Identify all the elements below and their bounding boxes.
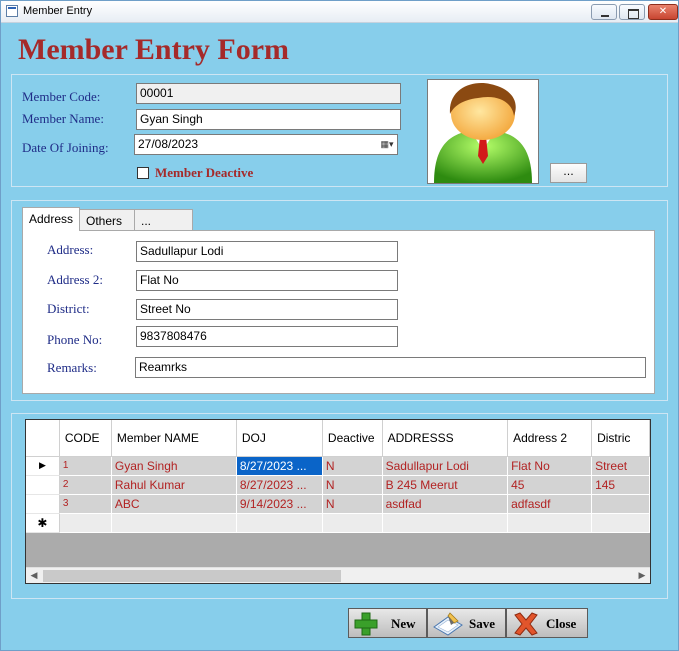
column-header[interactable]: Address 2 (507, 420, 593, 457)
scroll-thumb[interactable] (43, 570, 341, 582)
member-photo (427, 79, 539, 184)
scroll-right-icon[interactable]: ▶ (634, 568, 650, 584)
member-code-label: Member Code: (22, 89, 101, 104)
save-button[interactable]: Save (427, 608, 506, 638)
date-of-joining-label: Date Of Joining: (22, 140, 109, 155)
grid-cell[interactable] (591, 513, 650, 533)
grid-cell[interactable]: Gyan Singh (111, 456, 237, 476)
column-header[interactable]: Distric (591, 420, 650, 457)
minimize-button[interactable] (591, 4, 617, 20)
grid-cell[interactable]: 8/27/2023 ... (236, 475, 323, 495)
address-label: Address: (47, 242, 94, 257)
column-header[interactable]: CODE (59, 420, 112, 457)
column-header[interactable]: Deactive (322, 420, 383, 457)
grid-cell[interactable]: Sadullapur Lodi (382, 456, 509, 476)
grid-cell[interactable]: N (322, 456, 383, 476)
address2-label: Address 2: (47, 272, 103, 287)
user-avatar-icon (434, 83, 532, 183)
grid-cell[interactable]: 9/14/2023 ... (236, 494, 323, 514)
grid-cell[interactable]: 45 (507, 475, 593, 495)
member-code-field[interactable]: 00001 (136, 83, 401, 104)
tab-address[interactable]: Address (22, 207, 80, 231)
column-header[interactable]: Member NAME (111, 420, 237, 457)
phone-label: Phone No: (47, 332, 103, 347)
district-label: District: (47, 301, 90, 316)
new-button-label: New (391, 616, 416, 631)
grid-cell[interactable] (236, 513, 323, 533)
member-deactive-checkbox[interactable] (137, 167, 149, 179)
maximize-button[interactable] (619, 4, 645, 20)
members-grid[interactable]: CODE Member NAME DOJ Deactive ADDRESSS A… (25, 419, 651, 584)
grid-cell[interactable]: 1 (59, 456, 112, 476)
grid-horizontal-scrollbar[interactable]: ◀ ▶ (26, 567, 650, 583)
browse-photo-button[interactable]: ... (550, 163, 587, 183)
current-row-indicator-icon[interactable]: ▶ (26, 456, 60, 476)
save-document-icon (433, 612, 463, 636)
save-button-label: Save (469, 616, 495, 631)
new-row-icon[interactable]: ✱ (26, 513, 60, 533)
table-row[interactable]: 2 Rahul Kumar 8/27/2023 ... N B 245 Meer… (26, 475, 650, 495)
grid-cell[interactable]: ABC (111, 494, 237, 514)
new-button[interactable]: New (348, 608, 427, 638)
member-name-label: Member Name: (22, 111, 104, 126)
grid-cell[interactable] (59, 513, 112, 533)
phone-field[interactable]: 9837808476 (136, 326, 398, 347)
scroll-left-icon[interactable]: ◀ (26, 568, 42, 584)
column-header[interactable]: ADDRESSS (382, 420, 509, 457)
date-of-joining-picker[interactable]: 27/08/2023 ▦▾ (134, 134, 398, 155)
district-field[interactable]: Street No (136, 299, 398, 320)
grid-cell[interactable]: B 245 Meerut (382, 475, 509, 495)
grid-cell[interactable]: N (322, 475, 383, 495)
row-header[interactable] (26, 494, 60, 514)
title-bar[interactable]: Member Entry ✕ (1, 1, 678, 23)
grid-cell[interactable]: N (322, 494, 383, 514)
date-of-joining-value: 27/08/2023 (138, 137, 199, 151)
address2-field[interactable]: Flat No (136, 270, 398, 291)
plus-icon (354, 612, 378, 636)
window-title: Member Entry (23, 5, 93, 17)
tab-more[interactable]: ... (134, 209, 193, 231)
grid-cell[interactable]: Street (591, 456, 650, 476)
grid-header-row: CODE Member NAME DOJ Deactive ADDRESSS A… (26, 420, 650, 457)
table-row[interactable]: 3 ABC 9/14/2023 ... N asdfad adfasdf (26, 494, 650, 514)
grid-cell[interactable]: asdfad (382, 494, 509, 514)
form-title: Member Entry Form (18, 33, 290, 66)
new-row[interactable]: ✱ (26, 513, 650, 533)
close-button-label: Close (546, 616, 577, 631)
grid-cell[interactable] (322, 513, 383, 533)
calendar-dropdown-icon[interactable]: ▦▾ (379, 137, 395, 151)
grid-cell-selected[interactable]: 8/27/2023 ... (236, 456, 323, 476)
grid-cell[interactable]: adfasdf (507, 494, 593, 514)
close-button[interactable]: Close (506, 608, 588, 638)
row-header[interactable] (26, 475, 60, 495)
grid-cell[interactable]: 145 (591, 475, 650, 495)
table-row[interactable]: ▶ 1 Gyan Singh 8/27/2023 ... N Sadullapu… (26, 456, 650, 476)
address-field[interactable]: Sadullapur Lodi (136, 241, 398, 262)
grid-cell[interactable] (507, 513, 593, 533)
member-deactive-label[interactable]: Member Deactive (155, 165, 253, 181)
remarks-label: Remarks: (47, 360, 97, 375)
close-x-icon (514, 612, 538, 636)
grid-cell[interactable]: 3 (59, 494, 112, 514)
remarks-field[interactable]: Reamrks (135, 357, 646, 378)
app-icon (6, 5, 18, 17)
grid-cell[interactable] (382, 513, 509, 533)
grid-cell[interactable] (111, 513, 237, 533)
members-table: CODE Member NAME DOJ Deactive ADDRESSS A… (26, 420, 650, 533)
grid-cell[interactable]: Flat No (507, 456, 593, 476)
grid-corner-cell[interactable] (26, 420, 60, 457)
tab-others[interactable]: Others (79, 209, 135, 231)
grid-cell[interactable] (591, 494, 650, 514)
grid-cell[interactable]: Rahul Kumar (111, 475, 237, 495)
close-window-button[interactable]: ✕ (648, 4, 678, 20)
column-header[interactable]: DOJ (236, 420, 323, 457)
grid-cell[interactable]: 2 (59, 475, 112, 495)
member-entry-window: Member Entry ✕ Member Entry Form Member … (0, 0, 679, 651)
member-name-field[interactable]: Gyan Singh (136, 109, 401, 130)
